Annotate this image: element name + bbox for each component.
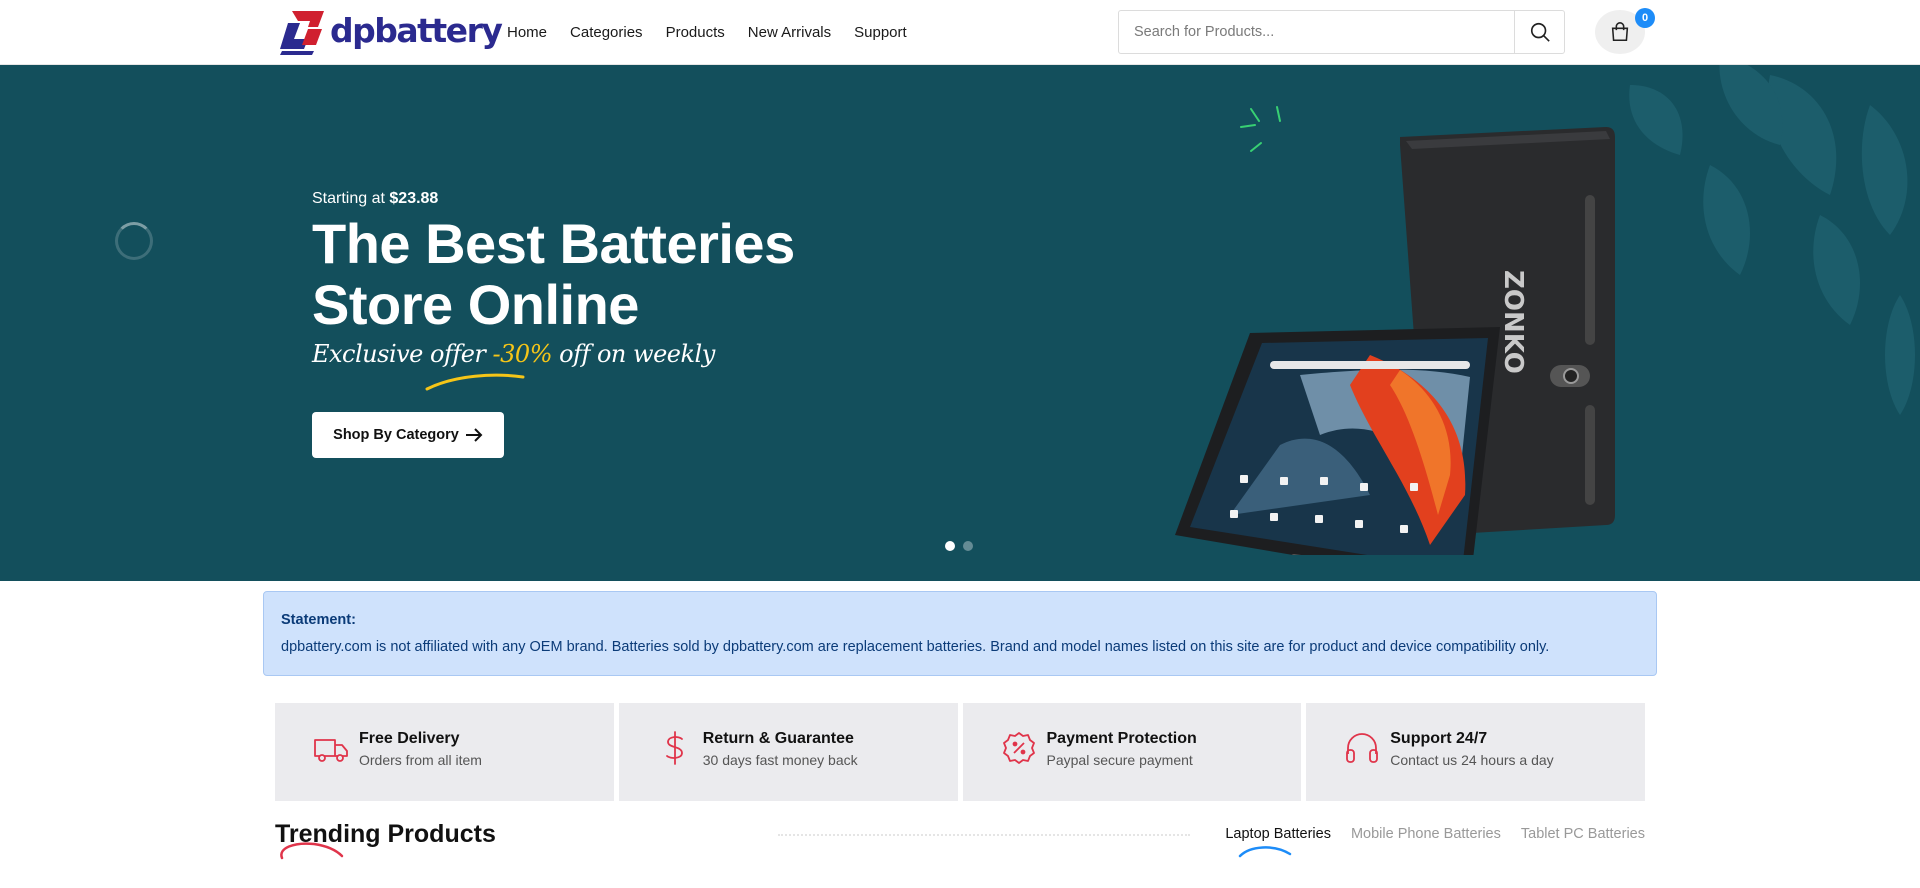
- offer-percent: -30%: [492, 340, 553, 368]
- shopping-bag-icon: [1611, 22, 1629, 42]
- dollar-icon: [665, 731, 683, 765]
- feature-title: Free Delivery: [359, 730, 460, 747]
- feature-free-delivery: Free Delivery Orders from all item: [275, 703, 614, 801]
- nav-support[interactable]: Support: [854, 24, 907, 41]
- site-header: dpbattery Home Categories Products New A…: [0, 0, 1920, 65]
- hero-slider: Starting at $23.88 The Best Batteries St…: [0, 65, 1920, 581]
- feature-title: Payment Protection: [1046, 730, 1197, 747]
- tablet-brand-text: ZONKO: [1498, 270, 1528, 374]
- headphones-icon: [1346, 733, 1379, 763]
- feature-subtitle: Paypal secure payment: [1046, 752, 1193, 768]
- main-nav: Home Categories Products New Arrivals Su…: [507, 0, 907, 65]
- tab-laptop-batteries[interactable]: Laptop Batteries: [1225, 826, 1331, 842]
- loading-spinner-icon: [115, 222, 153, 260]
- statement-text: dpbattery.com is not affiliated with any…: [281, 639, 1550, 655]
- hero-title: The Best Batteries Store Online: [312, 213, 872, 335]
- hero-title-line2: Store Online: [312, 273, 639, 336]
- nav-products[interactable]: Products: [666, 24, 725, 41]
- arrow-right-icon: [465, 428, 483, 442]
- offer-prefix: Exclusive offer: [312, 340, 486, 368]
- cart-count-badge: 0: [1635, 8, 1655, 28]
- feature-support: Support 24/7 Contact us 24 hours a day: [1306, 703, 1645, 801]
- truck-icon: [314, 739, 348, 762]
- feature-return-guarantee: Return & Guarantee 30 days fast money ba…: [618, 703, 958, 801]
- tablet-product-image: ZONKO: [1175, 127, 1615, 555]
- tab-tablet-pc-batteries[interactable]: Tablet PC Batteries: [1521, 826, 1645, 842]
- slider-dot-2[interactable]: [963, 541, 973, 551]
- logo-mark-icon: [280, 11, 324, 55]
- nav-home[interactable]: Home: [507, 24, 547, 41]
- shop-by-category-button[interactable]: Shop By Category: [312, 412, 504, 458]
- statement-alert: Statement: dpbattery.com is not affiliat…: [263, 591, 1657, 676]
- hero-eyebrow: Starting at $23.88: [312, 190, 438, 208]
- product-tabs: Laptop Batteries Mobile Phone Batteries …: [1225, 826, 1645, 842]
- active-tab-swash-icon: [1238, 846, 1292, 858]
- offer-underline-icon: [425, 373, 525, 391]
- statement-title: Statement:: [281, 612, 356, 628]
- feature-subtitle: 30 days fast money back: [702, 752, 858, 768]
- search-input[interactable]: [1119, 11, 1514, 53]
- logo[interactable]: dpbattery: [278, 9, 503, 55]
- feature-payment-protection: Payment Protection Paypal secure payment: [962, 703, 1302, 801]
- nav-new-arrivals[interactable]: New Arrivals: [748, 24, 831, 41]
- search-bar: [1118, 10, 1565, 54]
- hero-offer: Exclusive offer -30% off on weekly: [312, 340, 715, 368]
- feature-title: Support 24/7: [1390, 730, 1488, 747]
- cta-label: Shop By Category: [333, 427, 459, 443]
- section-divider: [778, 834, 1190, 836]
- tab-mobile-phone-batteries[interactable]: Mobile Phone Batteries: [1351, 826, 1501, 842]
- cart-button[interactable]: 0: [1595, 8, 1655, 54]
- slider-pagination: [945, 541, 973, 551]
- feature-subtitle: Orders from all item: [359, 752, 482, 768]
- section-title-trending: Trending Products: [275, 820, 496, 848]
- search-icon: [1530, 22, 1550, 42]
- offer-suffix: off on weekly: [559, 340, 715, 368]
- slider-dot-1[interactable]: [945, 541, 955, 551]
- logo-text: dpbattery: [330, 10, 503, 50]
- percent-badge-icon: [1002, 732, 1035, 764]
- features-row: Free Delivery Orders from all item Retur…: [275, 703, 1645, 801]
- feature-title: Return & Guarantee: [702, 730, 854, 747]
- hero-title-line1: The Best Batteries: [312, 212, 795, 275]
- hero-price: $23.88: [389, 190, 439, 207]
- search-button[interactable]: [1514, 11, 1564, 53]
- nav-categories[interactable]: Categories: [570, 24, 643, 41]
- feature-subtitle: Contact us 24 hours a day: [1390, 752, 1554, 768]
- hero-eyebrow-prefix: Starting at: [312, 190, 385, 207]
